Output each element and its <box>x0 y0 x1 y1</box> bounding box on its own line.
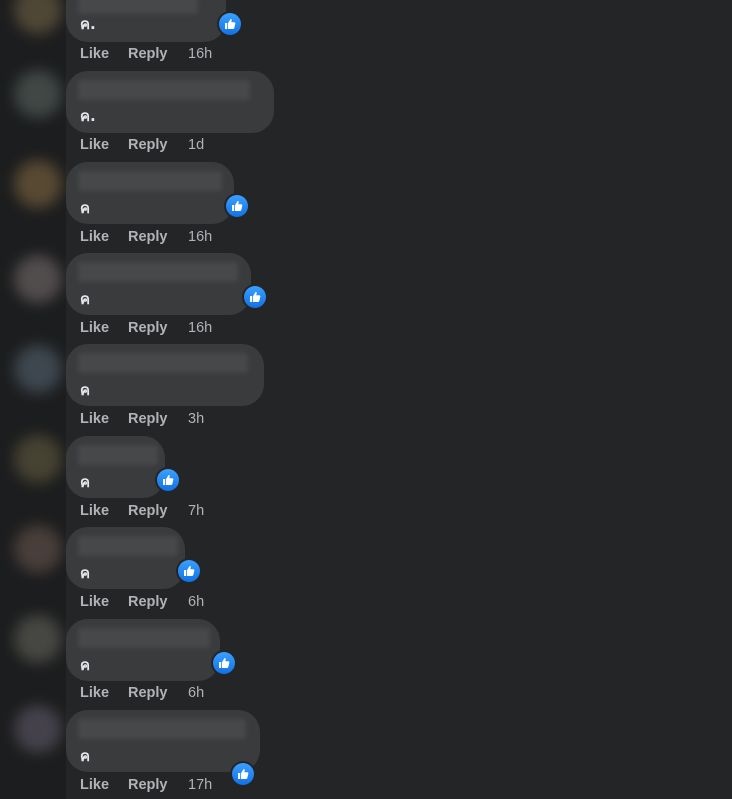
comment-actions: Like Reply 7h <box>80 503 204 519</box>
comment-bubble[interactable] <box>66 710 260 772</box>
avatar[interactable] <box>14 705 62 753</box>
reply-button[interactable]: Reply <box>128 137 188 153</box>
like-icon <box>219 658 230 668</box>
commenter-name[interactable] <box>78 536 178 556</box>
comment-bubble[interactable] <box>66 71 274 133</box>
comment-actions: Like Reply 16h <box>80 46 212 62</box>
comment-actions: Like Reply 16h <box>80 320 212 336</box>
like-reaction-badge[interactable] <box>230 761 256 787</box>
like-button[interactable]: Like <box>80 594 128 610</box>
like-icon <box>225 19 236 29</box>
comment-actions: Like Reply 6h <box>80 594 204 610</box>
timestamp[interactable]: 1d <box>188 137 204 153</box>
like-icon <box>238 769 249 779</box>
like-icon <box>163 475 174 485</box>
commenter-name[interactable] <box>78 445 158 465</box>
avatar-column <box>0 0 66 799</box>
avatar[interactable] <box>14 345 62 393</box>
comment-bubble[interactable] <box>66 162 234 224</box>
like-icon <box>250 292 261 302</box>
like-button[interactable]: Like <box>80 137 128 153</box>
reply-button[interactable]: Reply <box>128 411 188 427</box>
comment-actions: Like Reply 1d <box>80 137 204 153</box>
like-button[interactable]: Like <box>80 503 128 519</box>
like-button[interactable]: Like <box>80 411 128 427</box>
comment-text: ค <box>80 290 91 308</box>
comment-text: ค <box>80 473 91 491</box>
comment-text: ค <box>80 564 91 582</box>
like-button[interactable]: Like <box>80 320 128 336</box>
timestamp[interactable]: 16h <box>188 46 212 62</box>
timestamp[interactable]: 6h <box>188 685 204 701</box>
timestamp[interactable]: 3h <box>188 411 204 427</box>
comment-text: ค <box>80 656 91 674</box>
avatar[interactable] <box>14 70 62 118</box>
comment-actions: Like Reply 17h <box>80 777 212 793</box>
reply-button[interactable]: Reply <box>128 229 188 245</box>
comment-text: ค <box>80 381 91 399</box>
like-reaction-badge[interactable] <box>155 467 181 493</box>
avatar[interactable] <box>14 525 62 573</box>
like-reaction-badge[interactable] <box>211 650 237 676</box>
commenter-name[interactable] <box>78 262 238 282</box>
reply-button[interactable]: Reply <box>128 46 188 62</box>
comment-text: ค. <box>80 107 96 125</box>
comment-feed: ค. Like Reply 16h ค. Like Reply 1d ค Like Rep… <box>0 0 732 799</box>
commenter-name[interactable] <box>78 171 222 191</box>
reply-button[interactable]: Reply <box>128 594 188 610</box>
like-reaction-badge[interactable] <box>176 558 202 584</box>
like-button[interactable]: Like <box>80 777 128 793</box>
reply-button[interactable]: Reply <box>128 320 188 336</box>
avatar[interactable] <box>14 0 62 34</box>
comment-text: ค <box>80 199 91 217</box>
comment-actions: Like Reply 6h <box>80 685 204 701</box>
commenter-name[interactable] <box>78 0 198 14</box>
commenter-name[interactable] <box>78 353 248 373</box>
avatar[interactable] <box>14 255 62 303</box>
like-icon <box>184 566 195 576</box>
comment-text: ค <box>80 747 91 765</box>
comment-bubble[interactable] <box>66 253 251 315</box>
like-icon <box>232 201 243 211</box>
comment-text: ค. <box>80 15 96 33</box>
reply-button[interactable]: Reply <box>128 777 188 793</box>
like-reaction-badge[interactable] <box>224 193 250 219</box>
comment-actions: Like Reply 3h <box>80 411 204 427</box>
timestamp[interactable]: 16h <box>188 229 212 245</box>
avatar[interactable] <box>14 435 62 483</box>
like-reaction-badge[interactable] <box>217 11 243 37</box>
timestamp[interactable]: 7h <box>188 503 204 519</box>
reply-button[interactable]: Reply <box>128 503 188 519</box>
like-reaction-badge[interactable] <box>242 284 268 310</box>
avatar[interactable] <box>14 615 62 663</box>
like-button[interactable]: Like <box>80 229 128 245</box>
like-button[interactable]: Like <box>80 685 128 701</box>
commenter-name[interactable] <box>78 628 210 648</box>
timestamp[interactable]: 6h <box>188 594 204 610</box>
commenter-name[interactable] <box>78 719 246 739</box>
timestamp[interactable]: 16h <box>188 320 212 336</box>
like-button[interactable]: Like <box>80 46 128 62</box>
commenter-name[interactable] <box>78 80 250 100</box>
comment-actions: Like Reply 16h <box>80 229 212 245</box>
comment-bubble[interactable] <box>66 344 264 406</box>
avatar[interactable] <box>14 160 62 208</box>
timestamp[interactable]: 17h <box>188 777 212 793</box>
reply-button[interactable]: Reply <box>128 685 188 701</box>
